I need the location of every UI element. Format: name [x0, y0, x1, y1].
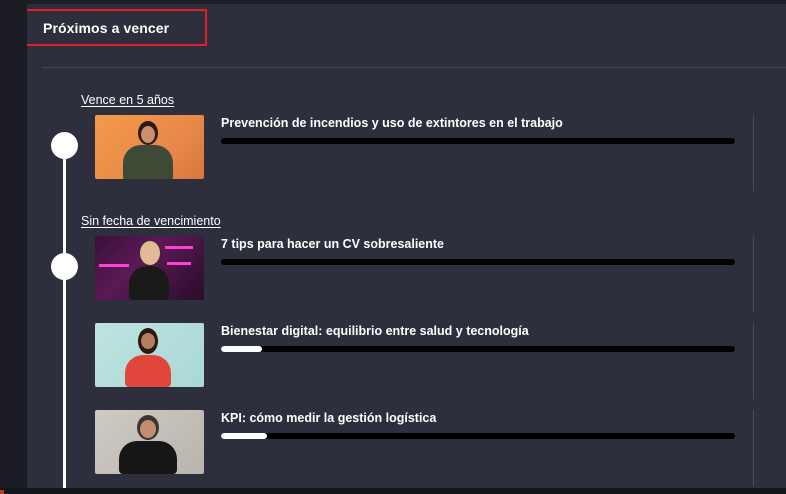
timeline-line [63, 148, 66, 488]
course-title[interactable]: Bienestar digital: equilibrio entre salu… [221, 324, 529, 338]
progress-bar [221, 138, 735, 144]
card-separator [753, 410, 754, 486]
divider [42, 67, 786, 68]
course-card[interactable]: KPI: cómo medir la gestión logística [95, 410, 755, 486]
group-label-no-expiry[interactable]: Sin fecha de vencimiento [81, 214, 221, 228]
page-title: Próximos a vencer [43, 20, 170, 36]
progress-bar [221, 433, 735, 439]
course-thumbnail[interactable] [95, 323, 204, 387]
course-thumbnail[interactable] [95, 236, 204, 300]
card-separator [753, 236, 754, 312]
timeline-dot [51, 253, 78, 280]
progress-fill [221, 433, 268, 439]
course-thumbnail[interactable] [95, 410, 204, 474]
course-title[interactable]: KPI: cómo medir la gestión logística [221, 411, 436, 425]
course-card[interactable]: Bienestar digital: equilibrio entre salu… [95, 323, 755, 399]
upcoming-expirations-panel: Próximos a vencer Vence en 5 años Preven… [27, 4, 786, 488]
course-title[interactable]: Prevención de incendios y uso de extinto… [221, 116, 563, 130]
bottom-scroll-bar [0, 488, 786, 494]
progress-bar [221, 259, 735, 265]
course-card[interactable]: Prevención de incendios y uso de extinto… [95, 115, 755, 191]
group-label-5-years[interactable]: Vence en 5 años [81, 93, 174, 107]
card-separator [753, 115, 754, 191]
timeline-dot [51, 132, 78, 159]
progress-fill [221, 346, 263, 352]
progress-bar [221, 346, 735, 352]
course-card[interactable]: 7 tips para hacer un CV sobresaliente [95, 236, 755, 312]
left-sidebar-strip [0, 0, 27, 494]
card-separator [753, 323, 754, 399]
course-title[interactable]: 7 tips para hacer un CV sobresaliente [221, 237, 444, 251]
course-thumbnail[interactable] [95, 115, 204, 179]
